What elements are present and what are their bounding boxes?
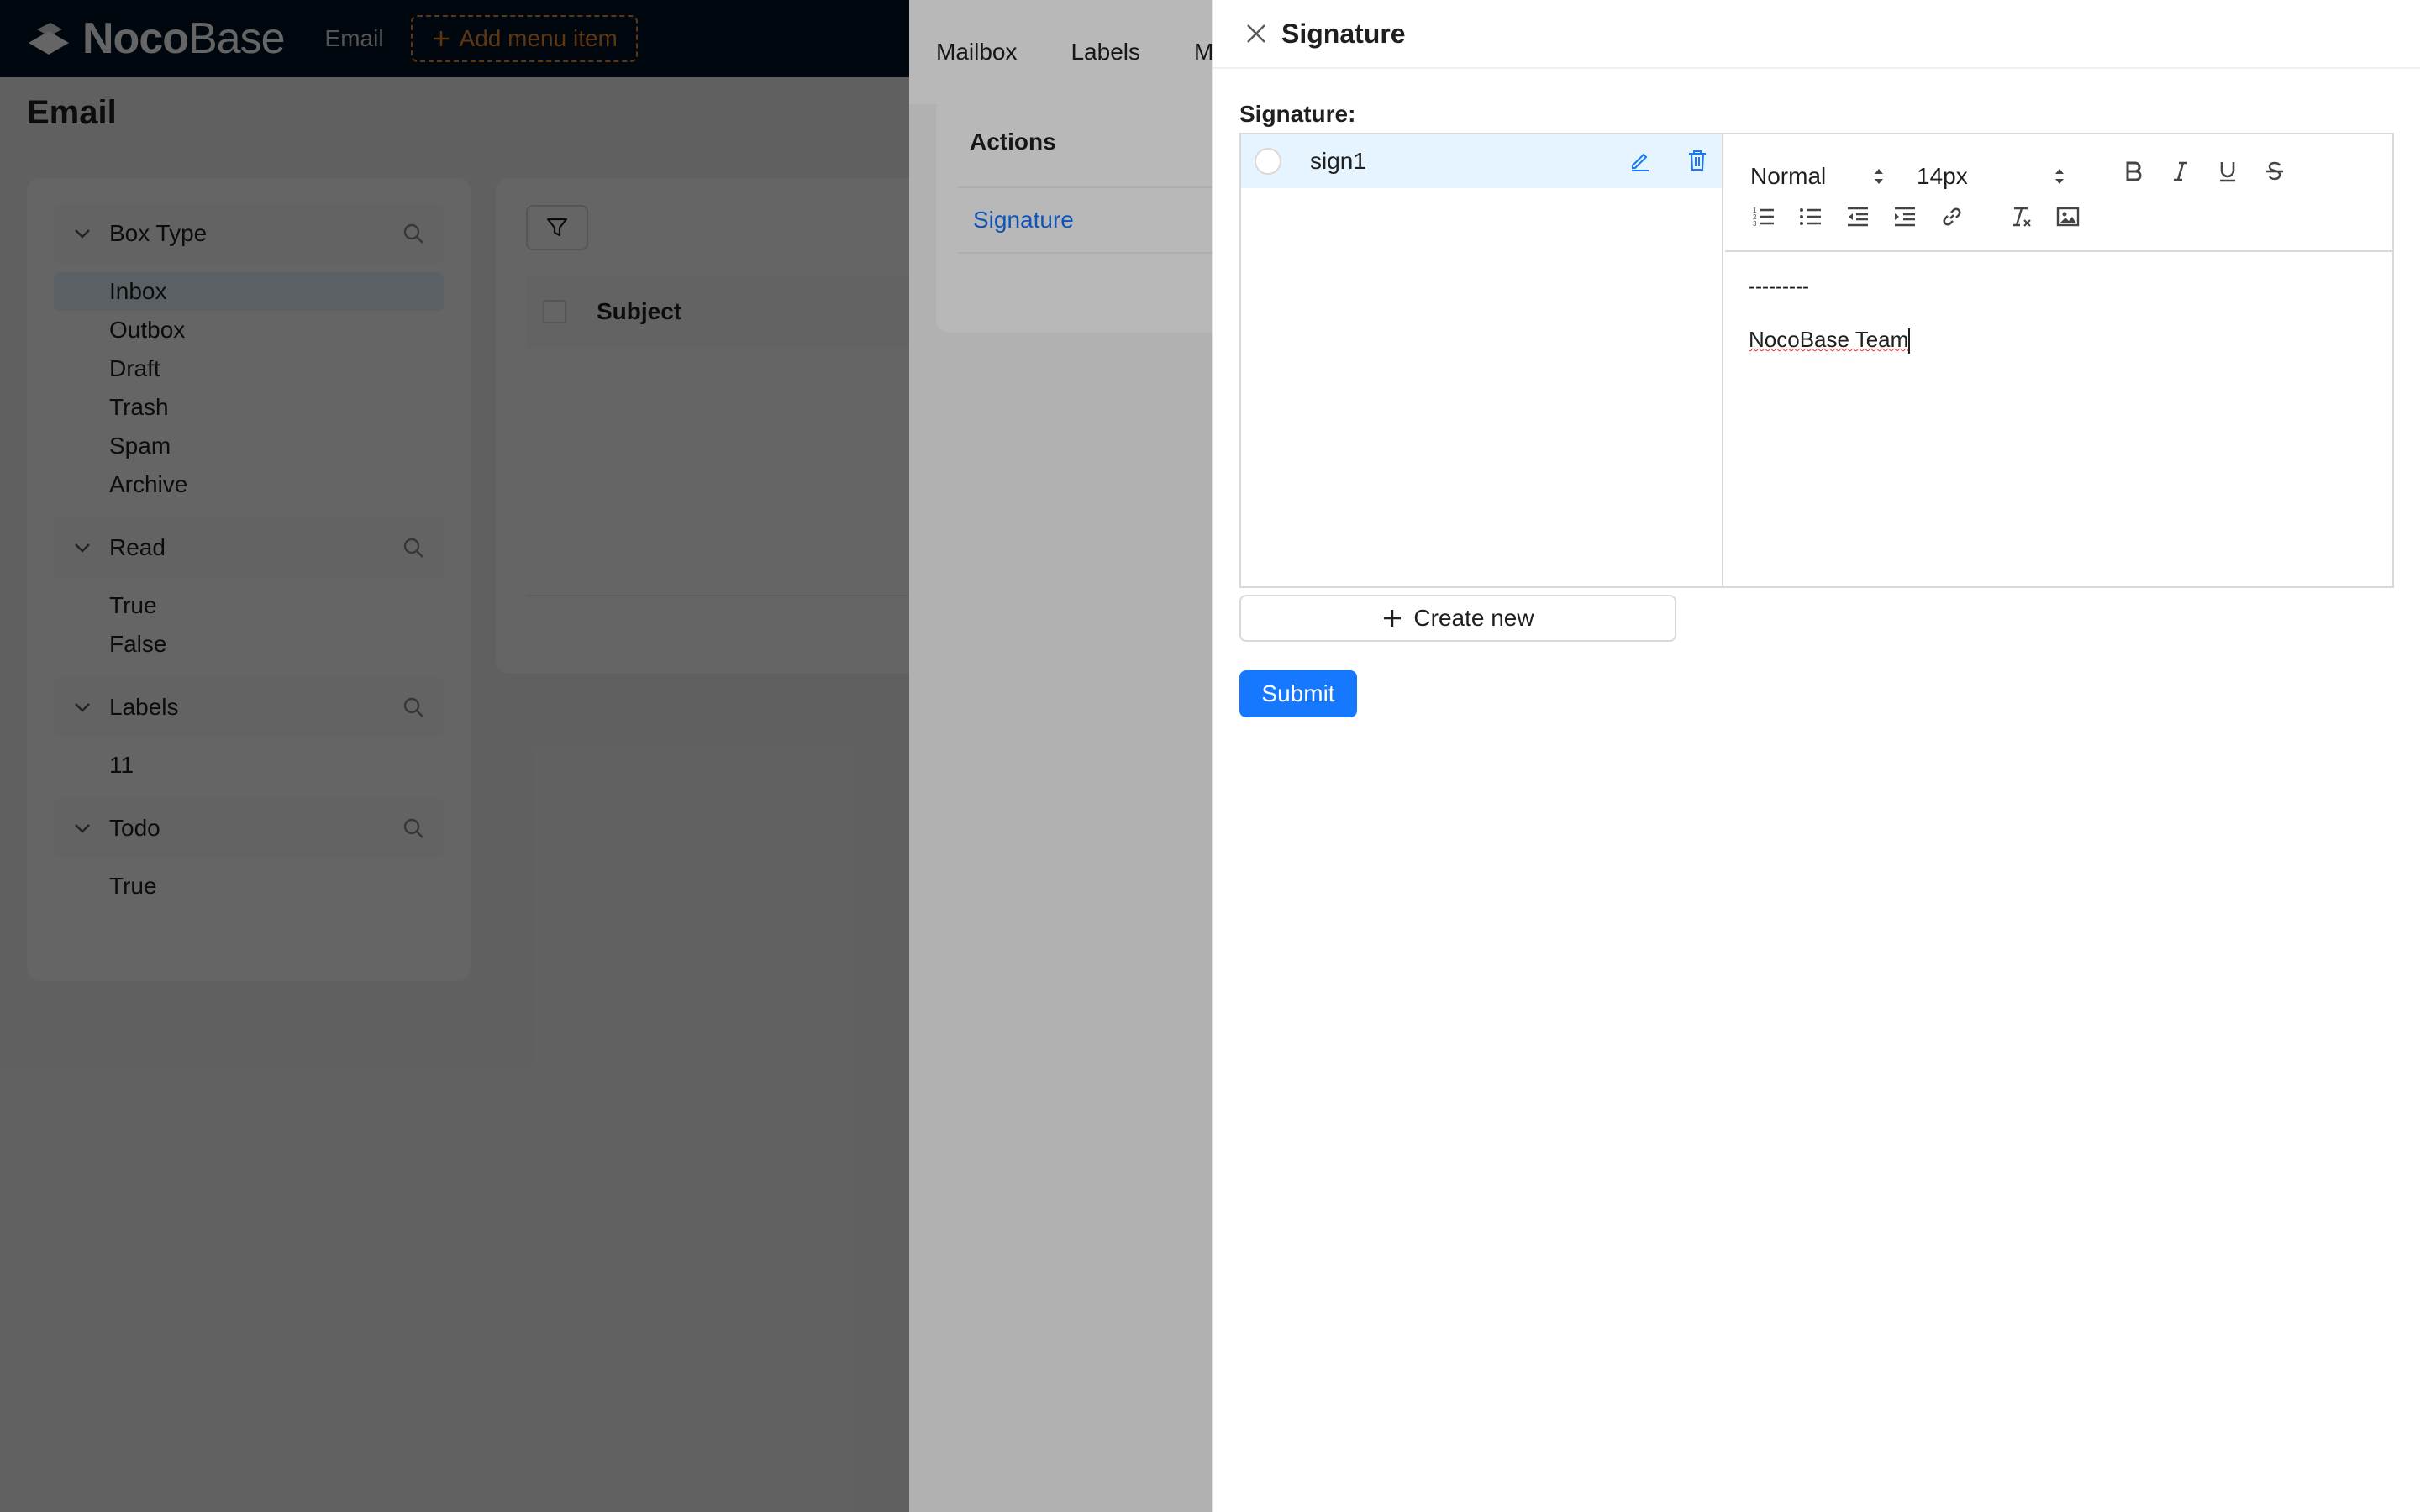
select-arrows-icon <box>1875 169 1884 184</box>
image-icon <box>2056 207 2080 227</box>
strikethrough-icon <box>2266 161 2283 181</box>
outdent-icon <box>1848 207 1868 227</box>
rich-text-editor: Normal 14px 1 2 3 --------- NocoBase Tea… <box>1725 134 2392 586</box>
editor-content-line: NocoBase Team <box>1749 324 2369 354</box>
bullet-list-button[interactable] <box>1797 203 1824 230</box>
indent-icon <box>1895 207 1915 227</box>
editor-toolbar: Normal 14px 1 2 3 <box>1725 134 2392 252</box>
svg-text:3: 3 <box>1753 220 1757 228</box>
ordered-list-button[interactable]: 123 <box>1750 203 1777 230</box>
select-arrows-icon <box>2054 169 2064 184</box>
signature-list-item[interactable]: sign1 <box>1241 134 1722 188</box>
signature-list: sign1 <box>1241 134 1723 586</box>
underline-button[interactable] <box>2214 158 2241 185</box>
bold-button[interactable] <box>2120 158 2147 185</box>
edit-icon[interactable] <box>1628 148 1653 173</box>
clear-format-button[interactable] <box>2007 203 2034 230</box>
header-select[interactable]: Normal <box>1750 163 1885 190</box>
bullet-list-icon <box>1800 208 1821 225</box>
close-icon[interactable] <box>1244 22 1268 45</box>
editor-content-line: --------- <box>1749 276 1809 298</box>
underline-icon <box>2220 162 2235 182</box>
link-icon <box>1943 207 1961 226</box>
strikethrough-button[interactable] <box>2261 158 2288 185</box>
link-button[interactable] <box>1939 203 1965 230</box>
create-new-label: Create new <box>1413 605 1534 631</box>
ordered-list-icon: 123 <box>1753 207 1774 228</box>
font-size-select-value: 14px <box>1917 163 1968 189</box>
font-size-select[interactable]: 14px <box>1917 163 2065 190</box>
header-select-value: Normal <box>1750 163 1827 189</box>
plus-icon <box>1384 610 1402 627</box>
image-button[interactable] <box>2054 203 2081 230</box>
submit-button[interactable]: Submit <box>1239 670 1357 717</box>
drawer-header: Signature <box>1213 0 2420 69</box>
bold-icon <box>2126 161 2142 181</box>
create-new-signature-button[interactable]: Create new <box>1239 595 1676 642</box>
italic-icon <box>2174 161 2187 181</box>
signature-field-label: Signature: <box>1239 101 1356 127</box>
italic-button[interactable] <box>2167 158 2194 185</box>
indent-button[interactable] <box>1891 203 1918 230</box>
signature-default-radio[interactable] <box>1255 148 1281 175</box>
text-caret <box>1908 328 1911 354</box>
outdent-button[interactable] <box>1844 203 1871 230</box>
clear-format-icon <box>2013 207 2031 227</box>
drawer-title: Signature <box>1281 18 1406 49</box>
signature-editor-box: sign1 Normal 14px 1 2 3 --------- NocoBa… <box>1239 133 2394 588</box>
delete-icon[interactable] <box>1685 148 1710 173</box>
signature-drawer: Signature Signature: sign1 Normal 14px 1… <box>1212 0 2420 1512</box>
signature-name: sign1 <box>1310 148 1366 174</box>
editor-content[interactable]: --------- NocoBase Team <box>1725 252 2392 375</box>
